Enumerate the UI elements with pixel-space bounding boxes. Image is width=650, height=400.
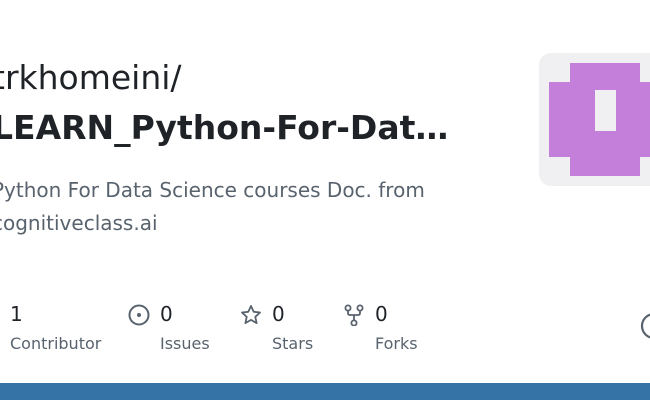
owner-avatar[interactable] bbox=[539, 53, 650, 186]
issues-label: Issues bbox=[160, 334, 210, 353]
repo-name[interactable]: LEARN_Python-For-Dat… bbox=[0, 108, 468, 147]
issue-opened-icon bbox=[128, 304, 150, 330]
issues-count: 0 bbox=[160, 302, 173, 326]
repo-owner[interactable]: trkhomeini/ bbox=[0, 58, 182, 97]
stars-count: 0 bbox=[272, 302, 285, 326]
forks-count: 0 bbox=[375, 302, 388, 326]
star-icon bbox=[240, 304, 262, 330]
forks-label: Forks bbox=[375, 334, 418, 353]
identicon-image bbox=[549, 63, 650, 176]
language-bar bbox=[0, 383, 650, 400]
contributors-count: 1 bbox=[10, 302, 23, 326]
contributors-label: Contributor bbox=[10, 334, 102, 353]
repo-description: Python For Data Science courses Doc. fro… bbox=[0, 178, 425, 235]
stars-label: Stars bbox=[272, 334, 314, 353]
github-logo-icon bbox=[640, 312, 650, 340]
repo-forked-icon bbox=[343, 304, 365, 330]
